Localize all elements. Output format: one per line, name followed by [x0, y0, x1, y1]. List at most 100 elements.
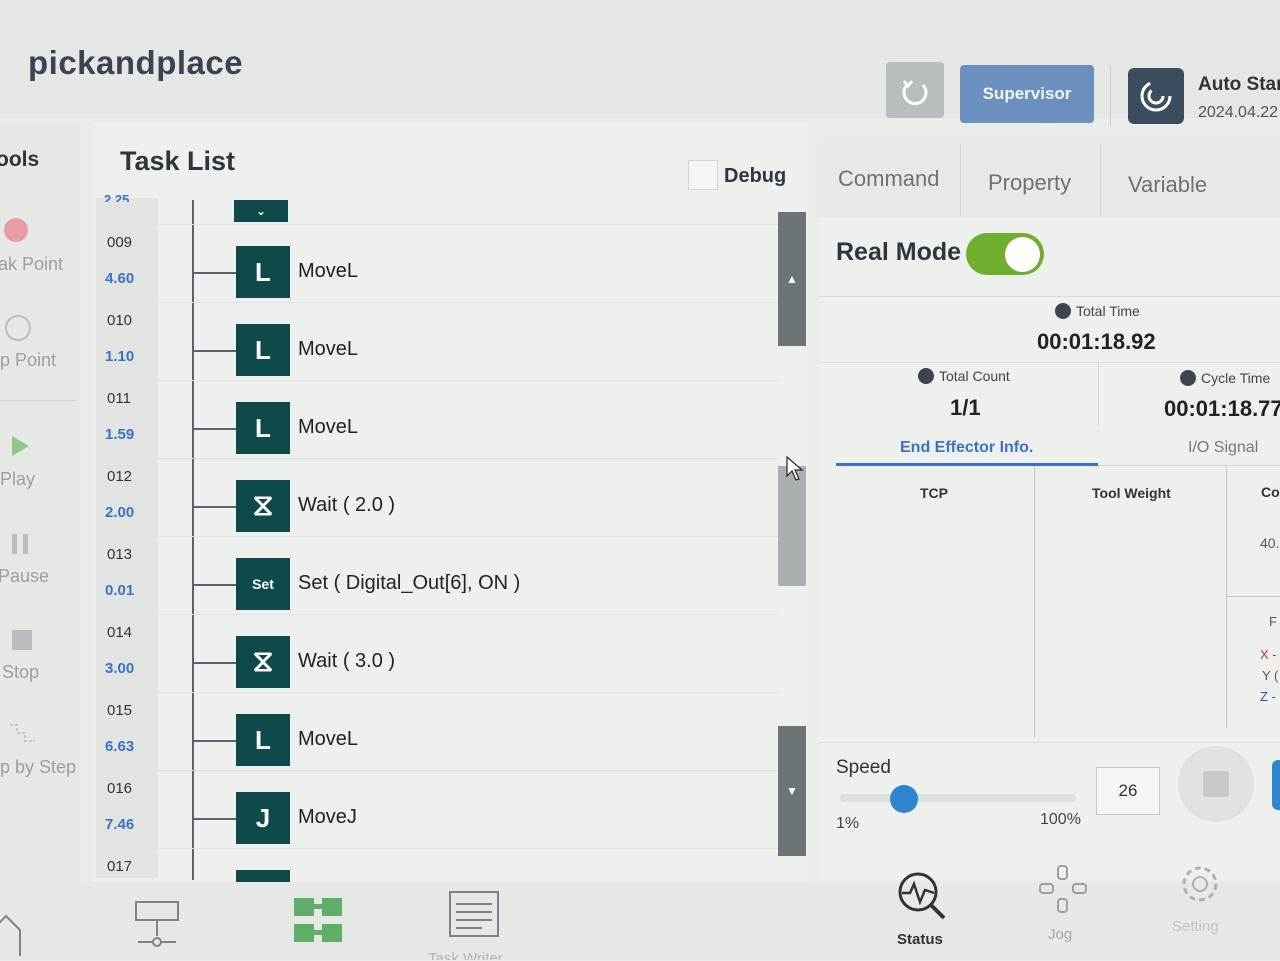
command-text[interactable]: Wait ( 3.0 ) — [298, 650, 395, 673]
line-number: 016 — [107, 780, 133, 797]
counter-icon — [918, 368, 934, 384]
tool-label-stop[interactable]: Stop — [2, 662, 39, 683]
tab-variable[interactable]: Variable — [1128, 172, 1207, 198]
movel-icon[interactable]: L — [236, 246, 290, 298]
nav-setting[interactable] — [1176, 860, 1224, 908]
tool-label-breakpoint[interactable]: ak Point — [0, 254, 63, 275]
axis-z-label: Z - — [1260, 689, 1276, 704]
scrollbar-thumb[interactable] — [778, 466, 806, 586]
command-text[interactable]: Wait ( 2.0 ) — [298, 494, 395, 517]
task-list-panel — [93, 122, 808, 882]
mouse-cursor-icon — [786, 456, 804, 481]
line-number: 015 — [107, 702, 133, 719]
tool-label-step-by-step[interactable]: p by Step — [0, 757, 76, 778]
nav-label-setting[interactable]: Setting — [1172, 918, 1219, 935]
nav-status[interactable] — [896, 870, 948, 922]
step-icon[interactable] — [6, 718, 40, 752]
debug-checkbox[interactable] — [688, 160, 718, 190]
stop-icon[interactable] — [8, 626, 36, 654]
row-separator — [158, 848, 778, 849]
movel-icon[interactable]: L — [236, 402, 290, 454]
tree-branch — [194, 506, 236, 508]
bottom-nav — [0, 882, 1280, 960]
stop-point-icon[interactable] — [4, 314, 32, 342]
nav-label-status[interactable]: Status — [897, 931, 943, 948]
nav-jog[interactable] — [1038, 864, 1088, 914]
nav-home[interactable] — [0, 906, 24, 956]
section-divider — [818, 362, 1280, 363]
set-icon[interactable]: Set — [236, 558, 290, 610]
arrow-up-icon: ▲ — [786, 272, 798, 286]
tools-divider — [0, 400, 76, 401]
command-text[interactable]: Set ( Digital_Out[6], ON ) — [298, 572, 520, 595]
play-icon[interactable] — [6, 432, 34, 460]
breakpoint-icon[interactable] — [2, 216, 30, 244]
nav-task-writer[interactable] — [448, 890, 502, 940]
cycle-time-label: Cycle Time — [1180, 370, 1270, 386]
stats-divider — [1098, 362, 1099, 426]
wait-icon[interactable]: ⧖ — [236, 480, 290, 532]
total-time-value: 00:01:18.92 — [1037, 329, 1156, 354]
line-number-column — [96, 198, 158, 878]
grid-divider — [1034, 466, 1035, 738]
debug-label[interactable]: Debug — [724, 165, 786, 188]
subtab-end-effector[interactable]: End Effector Info. — [900, 439, 1033, 457]
supervisor-button[interactable]: Supervisor — [960, 65, 1094, 123]
line-time: 4.60 — [105, 270, 135, 287]
total-time-label: Total Time — [1055, 303, 1140, 319]
command-text[interactable]: MoveL — [298, 260, 358, 283]
subtab-io-signal[interactable]: I/O Signal — [1188, 439, 1258, 457]
command-text[interactable]: MoveL — [298, 338, 358, 361]
clock-icon — [1055, 303, 1071, 319]
movel-icon[interactable]: L — [236, 324, 290, 376]
tool-label-stop-point[interactable]: p Point — [0, 350, 56, 371]
play-program-button[interactable] — [1272, 760, 1280, 810]
nav-network[interactable] — [130, 898, 184, 952]
scroll-up-button[interactable]: ▲ — [778, 212, 806, 346]
scroll-down-button[interactable]: ▼ — [778, 726, 806, 856]
movej-icon[interactable]: J — [236, 792, 290, 844]
tab-command[interactable]: Command — [838, 166, 939, 192]
row-separator — [158, 536, 778, 537]
partial-time: 2.25 — [104, 192, 130, 202]
row-separator — [158, 458, 778, 459]
tool-label-pause[interactable]: Pause — [0, 566, 49, 587]
gear-icon — [1182, 866, 1218, 902]
spiral-logo-icon — [1140, 80, 1172, 112]
nav-label-jog[interactable]: Jog — [1048, 926, 1072, 943]
refresh-button[interactable] — [886, 62, 944, 118]
speed-slider-track[interactable] — [840, 794, 1076, 802]
wait-icon[interactable]: ⧖ — [236, 636, 290, 688]
command-text[interactable]: MoveL — [298, 728, 358, 751]
movel-icon[interactable]: L — [236, 714, 290, 766]
axis-y-label: Y ( — [1262, 668, 1279, 683]
row-separator — [158, 302, 778, 303]
robot-logo — [1128, 68, 1184, 124]
tool-label-play[interactable]: Play — [0, 469, 35, 490]
toggle-knob[interactable] — [1005, 237, 1040, 272]
tree-branch — [194, 428, 236, 430]
partial-command-icon[interactable]: ⌄ — [234, 200, 288, 222]
speed-input[interactable]: 26 — [1096, 767, 1160, 815]
line-time: 3.00 — [105, 660, 135, 677]
tree-branch — [194, 350, 236, 352]
speed-slider-knob[interactable] — [890, 785, 918, 813]
section-divider — [818, 742, 1280, 743]
section-divider — [818, 296, 1280, 297]
command-text[interactable]: MoveJ — [298, 806, 357, 829]
line-number: 011 — [107, 390, 131, 407]
row-separator — [158, 770, 778, 771]
stop-program-button[interactable] — [1178, 746, 1254, 822]
app-title: pickandplace — [28, 44, 244, 81]
tab-property[interactable]: Property — [988, 170, 1071, 196]
pause-icon[interactable] — [6, 530, 34, 558]
cycle-time-value: 00:01:18.77 — [1164, 396, 1280, 421]
nav-grid[interactable] — [292, 896, 346, 948]
axis-x-label: X - — [1260, 647, 1277, 662]
line-number: 017 — [107, 858, 133, 875]
task-list-title: Task List — [120, 146, 236, 176]
speed-min-label: 1% — [836, 815, 860, 832]
nav-label-task-writer[interactable]: Task Writer — [428, 950, 503, 960]
status-icon — [898, 872, 946, 920]
command-text[interactable]: MoveL — [298, 416, 358, 439]
